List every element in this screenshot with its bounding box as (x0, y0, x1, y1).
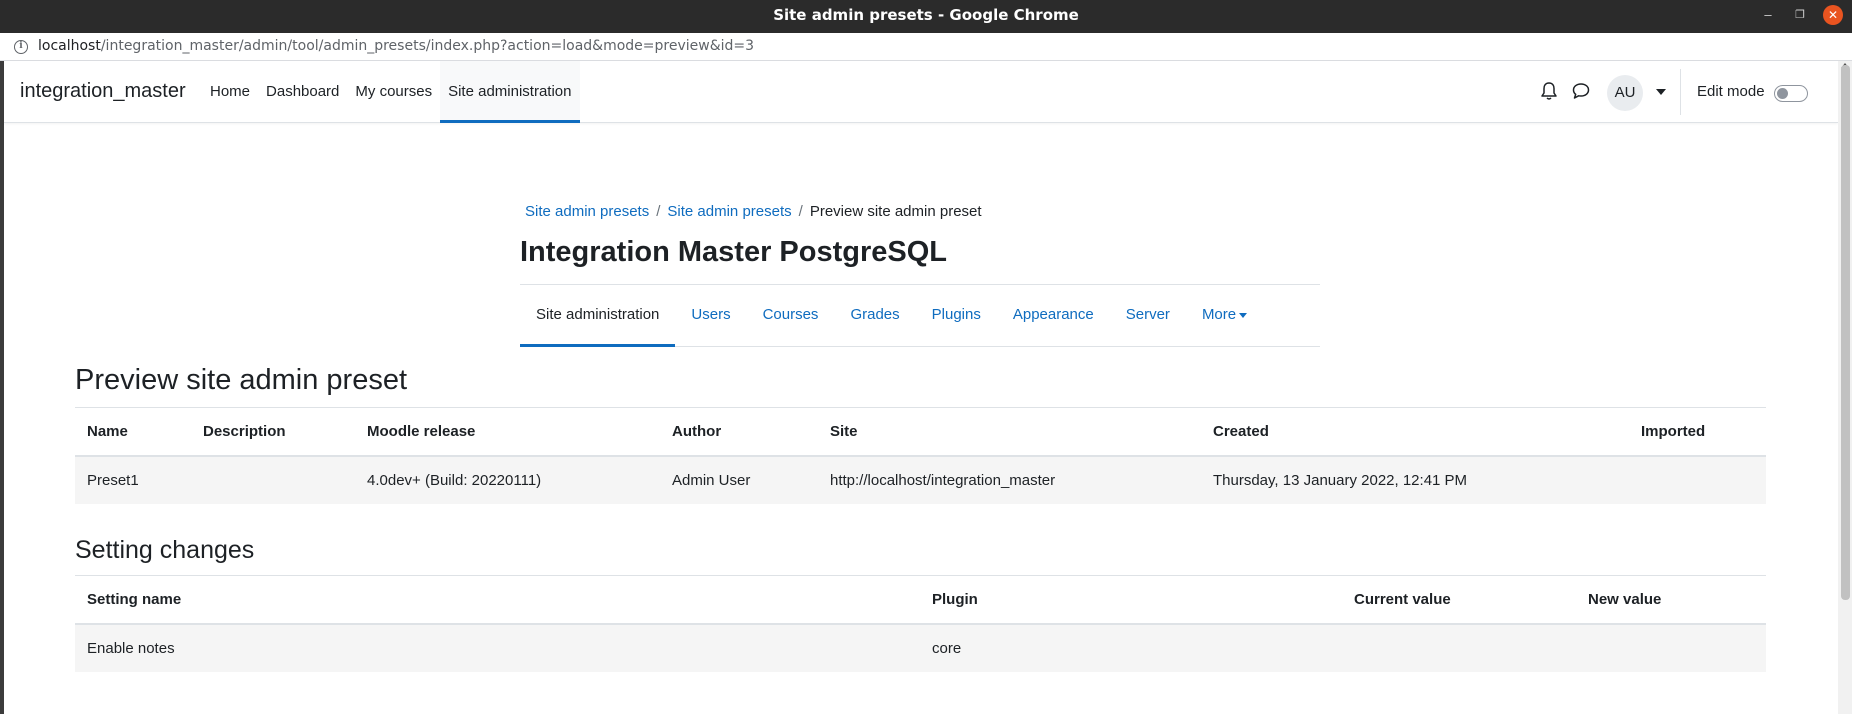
chevron-down-icon (1239, 312, 1248, 318)
cell-description (191, 455, 355, 504)
column-header-author: Author (660, 407, 818, 457)
column-header-description: Description (191, 407, 355, 457)
desktop-edge (0, 61, 4, 714)
breadcrumb: Site admin presets / Site admin presets / Pr… (525, 203, 982, 220)
nav-item-my-courses[interactable]: My courses (347, 61, 440, 122)
cell-new-value (1576, 623, 1766, 672)
tab-more-label: More (1201, 306, 1237, 323)
tab-more[interactable]: More (1186, 285, 1263, 346)
minimize-icon[interactable]: – (1758, 5, 1778, 25)
breadcrumb-link-site-admin-presets-2[interactable]: Site admin presets (667, 203, 791, 220)
secondary-navigation: Site administration Users Courses Grades… (520, 284, 1320, 347)
setting-changes-table: Setting name Plugin Current value New va… (75, 575, 1766, 672)
cell-name: Preset1 (75, 455, 191, 504)
site-info-icon[interactable]: i (14, 40, 28, 54)
preset-details-table: Name Description Moodle release Author S… (75, 407, 1766, 504)
column-header-created: Created (1201, 407, 1629, 457)
site-brand[interactable]: integration_master (20, 80, 186, 103)
cell-plugin: core (920, 623, 1342, 672)
cell-created: Thursday, 13 January 2022, 12:41 PM (1201, 455, 1629, 504)
user-menu-caret-icon[interactable] (1656, 89, 1666, 95)
nav-item-dashboard[interactable]: Dashboard (258, 61, 347, 122)
edit-mode-toggle[interactable] (1774, 85, 1808, 102)
url-path: /integration_master/admin/tool/admin_pre… (100, 38, 755, 54)
table-row: Enable notes core (75, 623, 1766, 672)
page-title: Integration Master PostgreSQL (520, 236, 948, 268)
user-avatar[interactable]: AU (1607, 75, 1643, 111)
cell-current-value (1342, 623, 1576, 672)
toggle-knob (1777, 88, 1788, 99)
breadcrumb-link-site-admin-presets[interactable]: Site admin presets (525, 203, 649, 220)
notifications-bell-icon[interactable] (1540, 81, 1558, 101)
nav-item-site-administration[interactable]: Site administration (440, 61, 580, 123)
close-icon[interactable]: ✕ (1823, 5, 1843, 25)
tab-site-administration[interactable]: Site administration (520, 285, 676, 347)
nav-item-home[interactable]: Home (202, 61, 258, 122)
cell-site: http://localhost/integration_master (818, 455, 1201, 504)
column-header-moodle-release: Moodle release (355, 407, 660, 457)
window-title: Site admin presets - Google Chrome (773, 6, 1079, 24)
column-header-new-value: New value (1576, 575, 1766, 625)
cell-setting-name: Enable notes (75, 623, 920, 672)
table-header-row: Setting name Plugin Current value New va… (75, 575, 1766, 625)
column-header-site: Site (818, 407, 1201, 457)
primary-navigation: Home Dashboard My courses Site administr… (202, 61, 580, 123)
messages-icon[interactable] (1572, 82, 1590, 100)
window-titlebar: Site admin presets - Google Chrome – ❐ ✕ (0, 0, 1852, 33)
column-header-name: Name (75, 407, 191, 457)
tab-server[interactable]: Server (1110, 285, 1186, 346)
table-header-row: Name Description Moodle release Author S… (75, 407, 1766, 457)
cell-moodle-release: 4.0dev+ (Build: 20220111) (355, 455, 660, 504)
url-host: localhost (38, 38, 101, 54)
table-row: Preset1 4.0dev+ (Build: 20220111) Admin … (75, 455, 1766, 504)
tab-plugins[interactable]: Plugins (916, 285, 997, 346)
cell-imported (1629, 455, 1766, 504)
scrollbar-thumb[interactable] (1841, 65, 1850, 600)
cell-author: Admin User (660, 455, 818, 504)
tab-courses[interactable]: Courses (747, 285, 835, 346)
breadcrumb-current: Preview site admin preset (809, 203, 982, 220)
breadcrumb-separator: / (798, 203, 803, 220)
setting-changes-heading: Setting changes (75, 536, 255, 564)
url-field[interactable]: localhost/integration_master/admin/tool/… (38, 38, 754, 54)
preview-heading: Preview site admin preset (75, 364, 408, 396)
breadcrumb-separator: / (656, 203, 661, 220)
tab-grades[interactable]: Grades (834, 285, 915, 346)
column-header-setting-name: Setting name (75, 575, 920, 625)
tab-appearance[interactable]: Appearance (997, 285, 1110, 346)
column-header-imported: Imported (1629, 407, 1766, 457)
tab-users[interactable]: Users (675, 285, 746, 346)
restore-icon[interactable]: ❐ (1790, 5, 1810, 25)
edit-mode-label: Edit mode (1697, 83, 1765, 100)
column-header-plugin: Plugin (920, 575, 1342, 625)
top-navbar: integration_master Home Dashboard My cou… (4, 61, 1838, 123)
address-bar[interactable]: i localhost/integration_master/admin/too… (0, 33, 1852, 61)
navbar-divider (1680, 69, 1681, 115)
column-header-current-value: Current value (1342, 575, 1576, 625)
